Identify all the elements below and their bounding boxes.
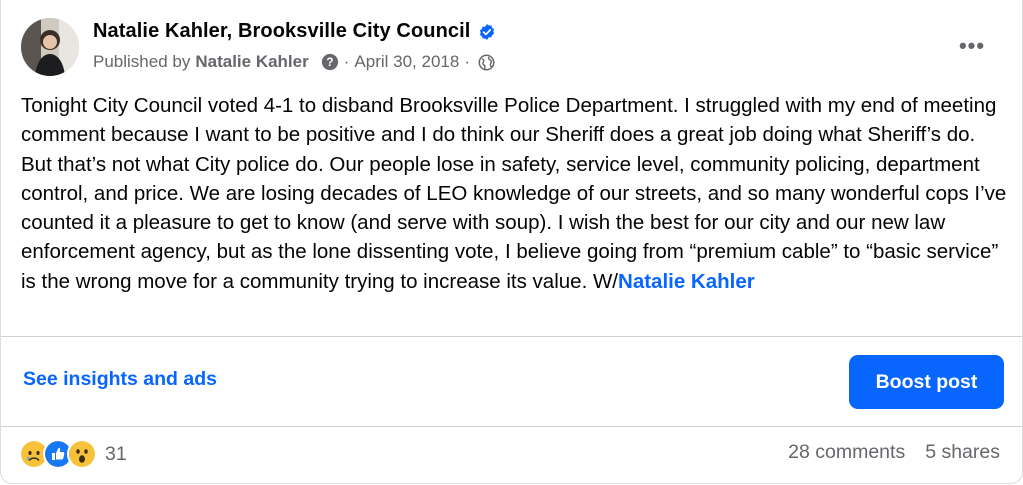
more-options-button[interactable]: ••• [954,32,990,60]
post-meta: Published by Natalie Kahler ? · April 30… [93,52,495,72]
published-by-label: Published by [93,52,191,71]
see-insights-link[interactable]: See insights and ads [23,368,217,391]
reaction-count: 31 [105,442,127,465]
help-icon[interactable]: ? [321,53,339,71]
post-date[interactable]: April 30, 2018 [354,52,459,72]
svg-text:?: ? [326,56,333,69]
divider [1,426,1022,427]
engagement-stats: 28 comments 5 shares [788,441,1000,464]
verified-badge-icon [480,23,495,40]
post-text-body: Tonight City Council voted 4-1 to disban… [21,94,1007,293]
avatar[interactable] [21,18,79,76]
globe-icon[interactable] [478,54,495,71]
boost-post-button[interactable]: Boost post [849,355,1004,409]
reactions-summary[interactable]: 31 [19,439,127,469]
comments-count[interactable]: 28 comments [788,441,905,464]
author-name[interactable]: Natalie Kahler, Brooksville City Council [93,20,470,43]
post-header: Natalie Kahler, Brooksville City Council… [21,16,1002,80]
meta-separator: · [343,52,350,71]
shares-count[interactable]: 5 shares [925,441,1000,464]
more-icon: ••• [958,33,986,58]
publisher-name[interactable]: Natalie Kahler [195,52,308,72]
meta-separator: · [464,52,470,71]
wow-reaction-icon [67,439,97,469]
divider [1,336,1022,337]
post-text: Tonight City Council voted 4-1 to disban… [21,91,1011,296]
tagged-user-link[interactable]: Natalie Kahler [618,270,755,293]
author-name-row: Natalie Kahler, Brooksville City Council [93,20,496,43]
post-card: Natalie Kahler, Brooksville City Council… [0,0,1023,484]
